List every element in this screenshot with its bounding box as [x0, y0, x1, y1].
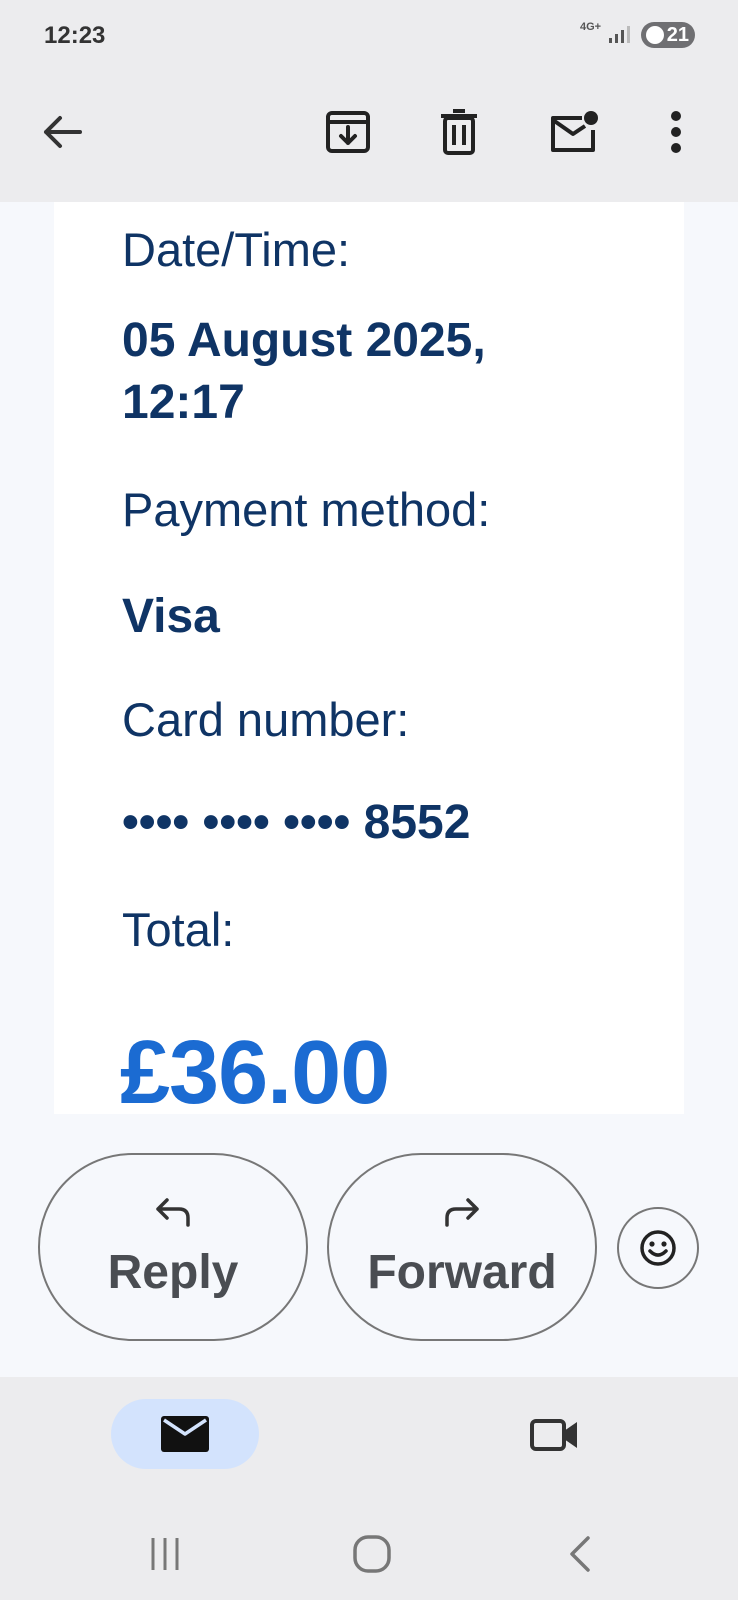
bottom-navigation [0, 1377, 738, 1600]
reply-button[interactable]: Reply [38, 1153, 308, 1341]
reply-label: Reply [107, 1246, 239, 1299]
recent-apps-icon [151, 1538, 179, 1570]
battery-indicator: 21 [641, 22, 695, 48]
chevron-left-icon [570, 1536, 590, 1572]
battery-icon [646, 26, 664, 44]
nav-mail-tab[interactable] [111, 1399, 259, 1469]
network-type: 4G+ [580, 21, 602, 33]
email-body: Date/Time: 05 August 2025, 12:17 Payment… [54, 202, 684, 1114]
total-label: Total: [122, 903, 235, 956]
card-number-label: Card number: [122, 693, 410, 746]
total-value: £36.00 [120, 1023, 390, 1114]
datetime-value: 05 August 2025, 12:17 [122, 314, 486, 429]
reply-icon [156, 1198, 190, 1227]
card-number-value: •••• •••• •••• 8552 [122, 796, 471, 849]
emoji-reaction-button[interactable] [617, 1207, 699, 1289]
forward-icon [445, 1198, 479, 1227]
status-bar: 12:23 4G+ 21 [0, 0, 738, 72]
more-options-button[interactable] [646, 102, 706, 162]
archive-button[interactable] [318, 102, 378, 162]
payment-method-label: Payment method: [122, 483, 491, 536]
nav-meet-tab[interactable] [525, 1405, 585, 1465]
recent-apps-button[interactable] [135, 1524, 195, 1584]
archive-icon [326, 111, 370, 153]
signal-icon [609, 26, 630, 43]
datetime-label: Date/Time: [122, 223, 351, 276]
trash-icon [441, 109, 477, 155]
more-vert-icon [671, 111, 681, 153]
home-button[interactable] [342, 1524, 402, 1584]
delete-button[interactable] [429, 102, 489, 162]
payment-method-value: Visa [122, 590, 220, 643]
mail-icon [161, 1416, 209, 1452]
video-camera-icon [530, 1419, 577, 1451]
arrow-left-icon [44, 116, 82, 148]
back-button[interactable] [32, 102, 92, 162]
forward-button[interactable]: Forward [327, 1153, 597, 1341]
home-icon [353, 1535, 391, 1573]
forward-label: Forward [367, 1246, 557, 1299]
back-nav-button[interactable] [550, 1524, 610, 1584]
email-toolbar [0, 72, 738, 202]
status-time: 12:23 [44, 22, 106, 49]
battery-level: 21 [666, 23, 689, 46]
mark-unread-button[interactable] [544, 102, 604, 162]
mark-unread-icon [551, 111, 598, 152]
smiley-icon [640, 1230, 676, 1266]
